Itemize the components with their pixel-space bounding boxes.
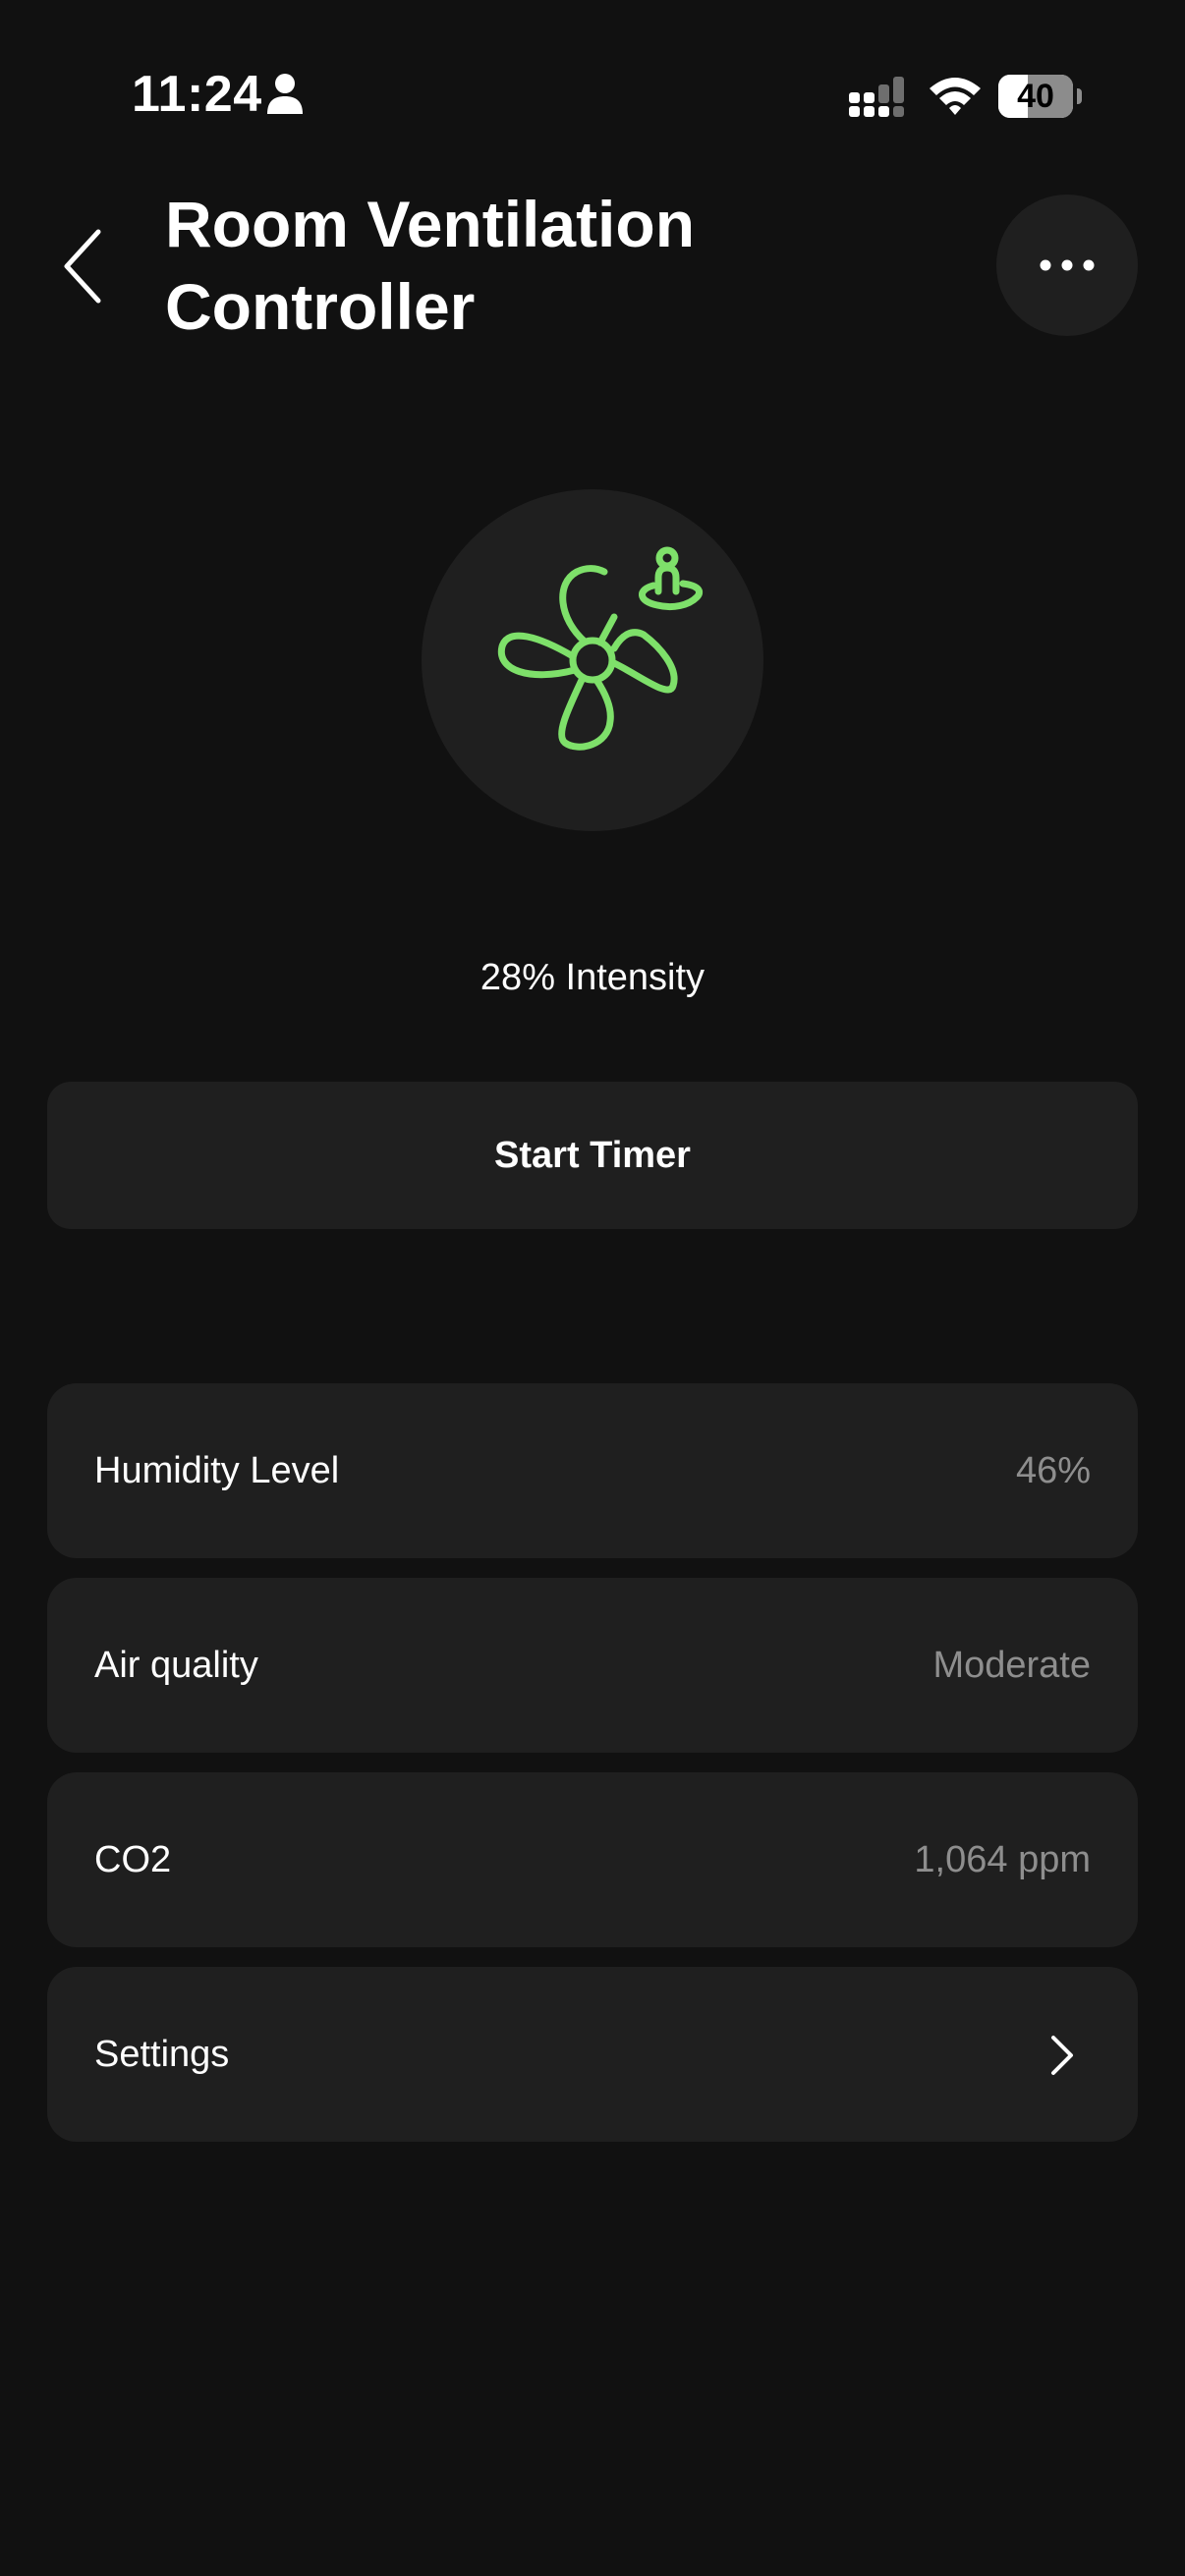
status-time: 11:24	[132, 66, 262, 123]
more-options-button[interactable]	[996, 195, 1138, 336]
co2-row: CO2 1,064 ppm	[47, 1772, 1138, 1947]
co2-label: CO2	[94, 1839, 172, 1880]
chevron-left-icon	[64, 229, 101, 304]
battery-icon: 40	[998, 75, 1083, 118]
wifi-icon	[928, 75, 983, 116]
battery-cap	[1077, 88, 1082, 104]
battery-level: 40	[1017, 78, 1054, 115]
page-title: Room Ventilation Controller	[165, 188, 696, 343]
intensity-label: 28% Intensity	[480, 957, 705, 998]
status-bar: 11:24 40	[0, 0, 1185, 187]
settings-row[interactable]: Settings	[47, 1967, 1138, 2142]
co2-value: 1,064 ppm	[914, 1839, 1091, 1880]
fan-toggle-button[interactable]	[422, 489, 763, 831]
start-timer-button[interactable]: Start Timer	[47, 1082, 1138, 1229]
chevron-right-icon	[1049, 2034, 1075, 2077]
fan-presence-icon	[497, 546, 704, 751]
humidity-label: Humidity Level	[94, 1450, 340, 1491]
ellipsis-icon	[1040, 259, 1095, 271]
battery-body: 40	[998, 75, 1073, 118]
air-quality-label: Air quality	[94, 1645, 258, 1686]
humidity-value: 46%	[1015, 1450, 1091, 1491]
cellular-signal-icon	[847, 77, 908, 118]
settings-label: Settings	[94, 2034, 230, 2075]
humidity-row: Humidity Level 46%	[47, 1383, 1138, 1558]
back-button[interactable]	[55, 222, 114, 310]
person-icon	[265, 73, 305, 116]
start-timer-label: Start Timer	[494, 1135, 691, 1176]
air-quality-row: Air quality Moderate	[47, 1578, 1138, 1753]
air-quality-value: Moderate	[932, 1645, 1091, 1686]
